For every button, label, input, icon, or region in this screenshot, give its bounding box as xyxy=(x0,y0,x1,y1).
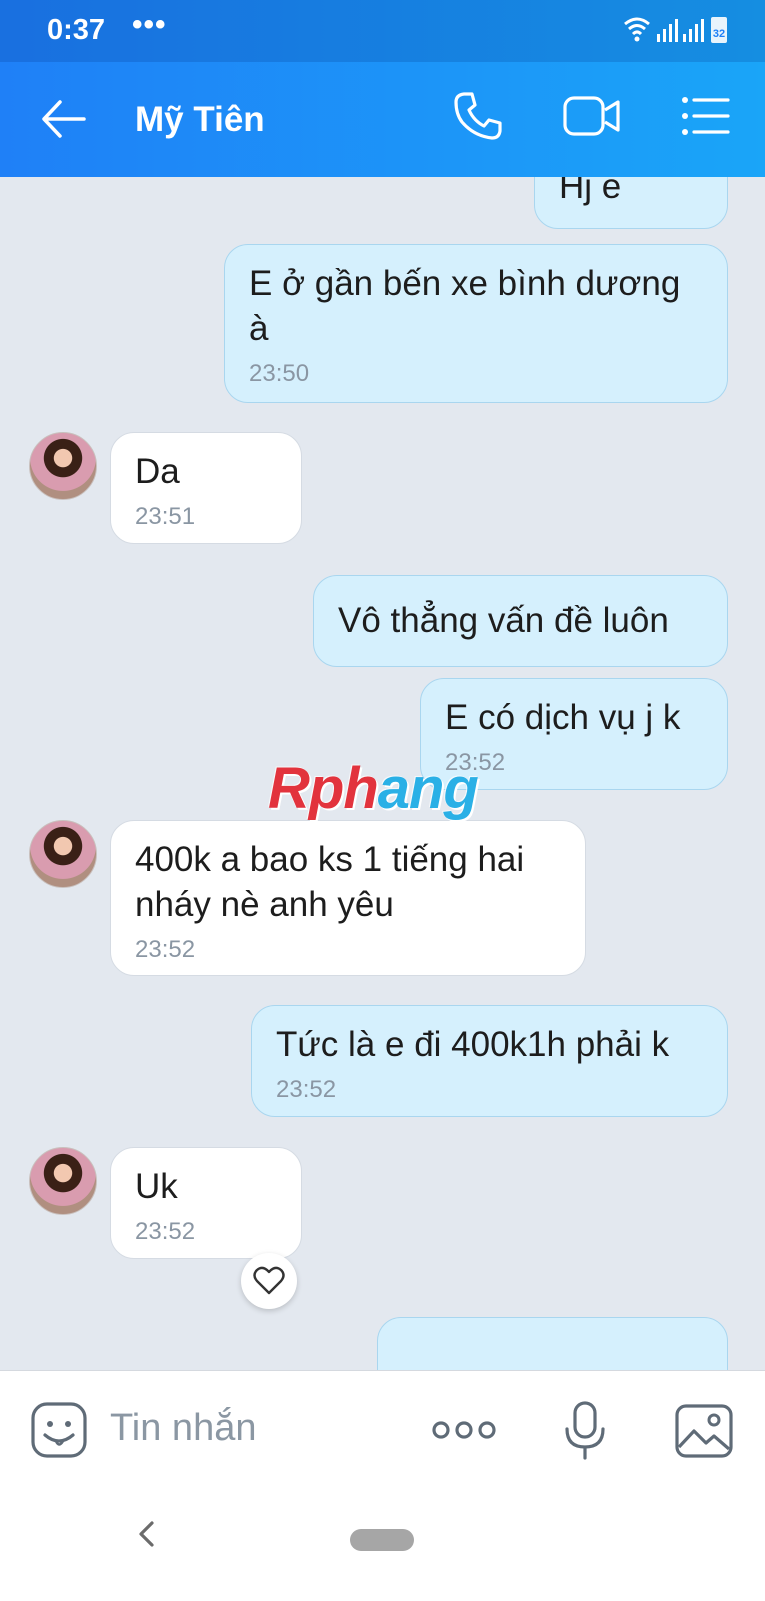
message-bubble-outgoing[interactable]: Vô thẳng vấn đề luôn xyxy=(313,575,728,667)
message-text: E ở gần bến xe bình dương à xyxy=(249,264,681,348)
image-gallery-icon xyxy=(675,1404,733,1458)
watermark-part2: ang xyxy=(377,756,479,821)
message-text: Tức là e đi 400k1h phải k xyxy=(276,1025,670,1064)
message-text: E có dịch vụ j k xyxy=(445,698,681,737)
contact-avatar[interactable] xyxy=(29,820,97,888)
heart-icon xyxy=(253,1266,285,1295)
message-time: 23:52 xyxy=(445,749,506,776)
chat-options-button[interactable] xyxy=(680,90,732,147)
back-button[interactable] xyxy=(40,96,86,147)
wifi-icon xyxy=(624,17,650,36)
reaction-button[interactable] xyxy=(241,1253,297,1309)
message-bubble-incoming[interactable]: 400k a bao ks 1 tiếng hai nháy nè anh yê… xyxy=(110,820,586,976)
arrow-left-icon xyxy=(42,100,86,138)
video-call-button[interactable] xyxy=(562,90,622,147)
signal-icon xyxy=(657,19,704,42)
message-bubble-incoming[interactable]: Da 23:51 xyxy=(110,432,302,544)
video-camera-icon xyxy=(563,96,620,136)
message-bubble-outgoing[interactable] xyxy=(377,1317,728,1370)
more-options-icon xyxy=(432,1421,496,1439)
app-bar: Mỹ Tiên xyxy=(0,62,765,177)
message-bubble-outgoing[interactable]: Tức là e đi 400k1h phải k 23:52 xyxy=(251,1005,728,1117)
contact-avatar[interactable] xyxy=(29,1147,97,1215)
sticker-button[interactable] xyxy=(30,1401,88,1464)
status-time: 0:37 xyxy=(47,14,106,46)
sticker-smiley-icon xyxy=(31,1402,87,1458)
battery-level: 32 xyxy=(713,28,725,40)
system-back-button[interactable] xyxy=(136,1519,156,1554)
composer-bar: Tin nhắn xyxy=(0,1370,765,1601)
message-bubble-outgoing[interactable]: E ở gần bến xe bình dương à 23:50 xyxy=(224,244,728,403)
message-time: 23:51 xyxy=(135,503,196,530)
message-time: 23:52 xyxy=(135,1218,196,1245)
message-text: Da xyxy=(135,452,180,491)
message-text: Hj e xyxy=(559,177,622,206)
message-input[interactable]: Tin nhắn xyxy=(110,1407,256,1450)
status-more-dots: ••• xyxy=(132,8,167,41)
microphone-icon xyxy=(565,1401,605,1460)
message-time: 23:50 xyxy=(249,360,310,387)
message-bubble-outgoing[interactable]: Hj e xyxy=(534,177,728,229)
send-image-button[interactable] xyxy=(674,1403,734,1464)
chat-header: 0:37 ••• 32 Mỹ Tiên xyxy=(0,0,765,177)
home-gesture-pill[interactable] xyxy=(350,1529,414,1551)
contact-name[interactable]: Mỹ Tiên xyxy=(135,100,265,140)
list-menu-icon xyxy=(682,97,730,135)
contact-avatar[interactable] xyxy=(29,432,97,500)
message-text: Uk xyxy=(135,1167,178,1206)
message-text: Vô thẳng vấn đề luôn xyxy=(338,601,669,640)
message-text: 400k a bao ks 1 tiếng hai nháy nè anh yê… xyxy=(135,840,525,924)
message-time: 23:52 xyxy=(135,936,196,963)
watermark-part1: Rph xyxy=(268,756,379,821)
chevron-left-icon xyxy=(139,1521,154,1547)
message-bubble-incoming[interactable]: Uk 23:52 xyxy=(110,1147,302,1259)
message-time: 23:52 xyxy=(276,1076,337,1103)
more-options-button[interactable] xyxy=(432,1415,496,1450)
message-list[interactable]: Hj e E ở gần bến xe bình dương à 23:50 D… xyxy=(0,177,765,1370)
watermark-logo: Rphang xyxy=(268,755,479,822)
voice-message-button[interactable] xyxy=(563,1401,607,1466)
phone-icon xyxy=(454,92,502,140)
status-bar: 0:37 ••• 32 xyxy=(0,0,765,62)
system-icons: 32 xyxy=(623,14,733,51)
voice-call-button[interactable] xyxy=(452,90,504,147)
